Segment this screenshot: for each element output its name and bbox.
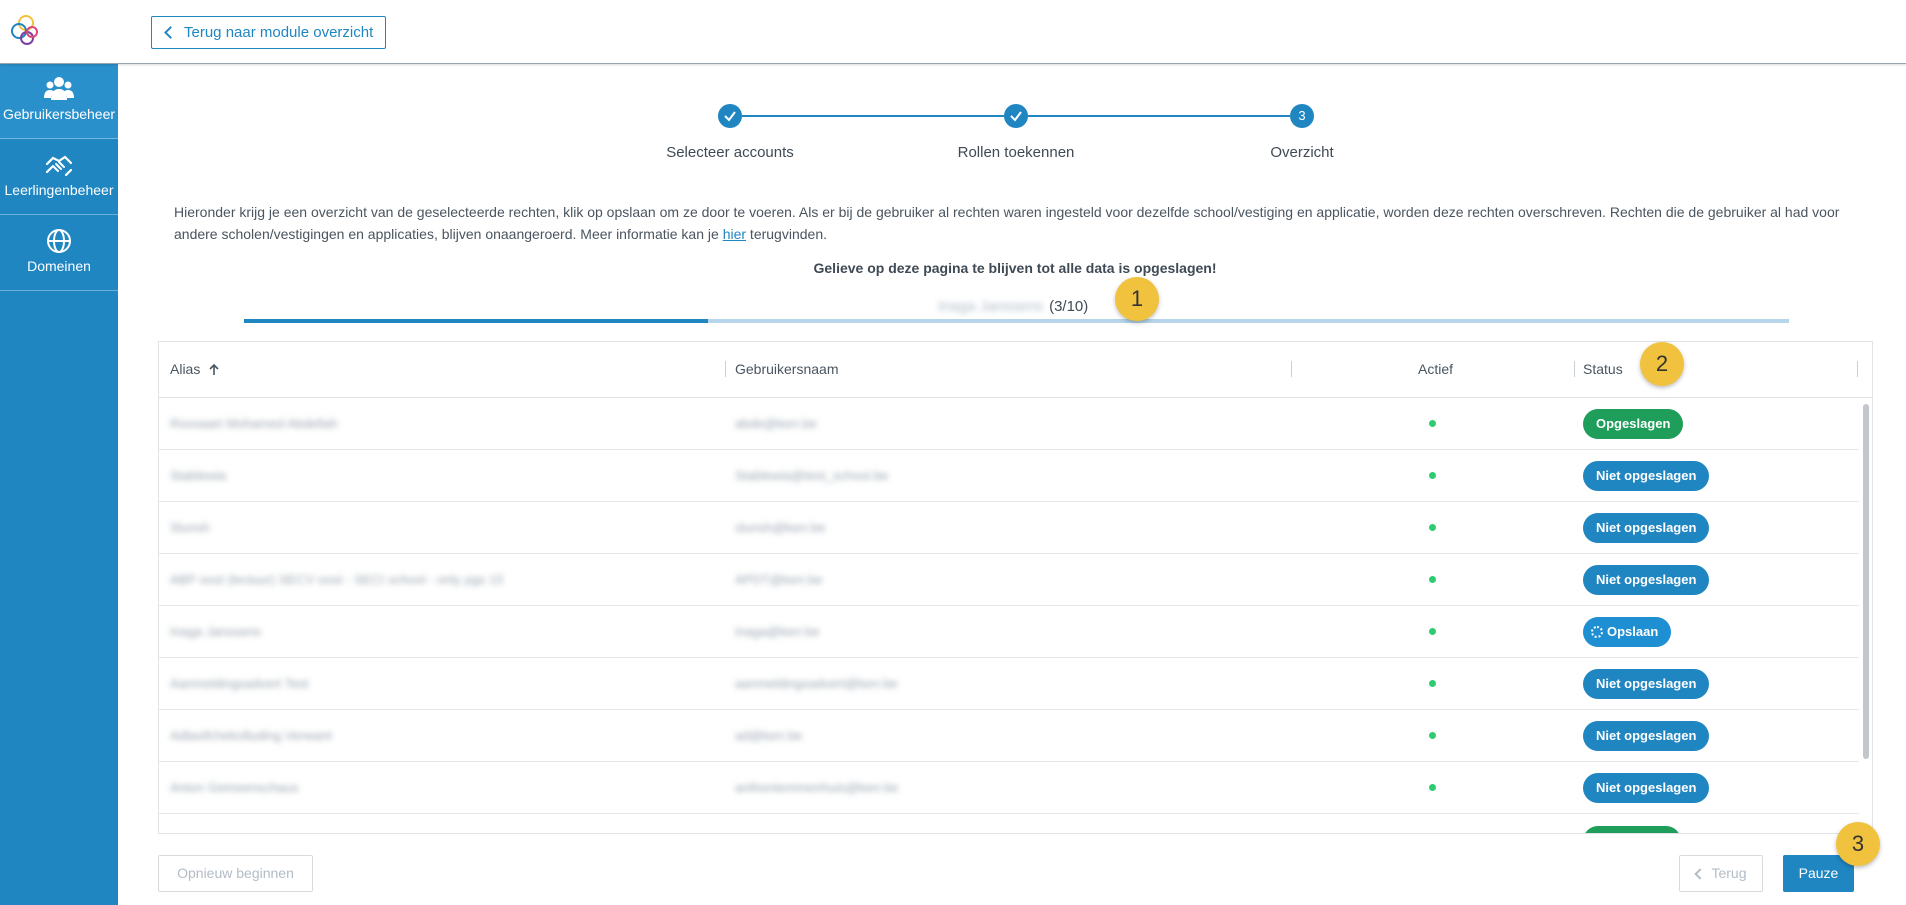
chevron-left-icon bbox=[164, 26, 177, 39]
table-row[interactable]: Anton Gemeenschaus anthontemmenhuis@kerr… bbox=[159, 762, 1859, 814]
annotation-marker-2: 2 bbox=[1640, 342, 1684, 386]
sidebar-item-gebruikersbeheer[interactable]: Gebruikersbeheer bbox=[0, 64, 118, 139]
status-badge: Opslaan bbox=[1583, 617, 1672, 647]
table-scrollbar[interactable] bbox=[1863, 404, 1869, 759]
restart-button[interactable]: Opnieuw beginnen bbox=[158, 855, 313, 892]
annotation-marker-3: 3 bbox=[1836, 822, 1880, 866]
cell-username: aanmeldingsadvert@kerr.be bbox=[735, 676, 898, 691]
sidebar-item-domeinen[interactable]: Domeinen bbox=[0, 216, 118, 291]
active-indicator bbox=[1429, 732, 1436, 739]
status-badge bbox=[1583, 826, 1681, 833]
cell-alias: Anton Gemeenschaus bbox=[170, 780, 299, 795]
active-indicator bbox=[1429, 472, 1436, 479]
step-connector bbox=[742, 115, 1004, 117]
back-to-overview-label: Terug naar module overzicht bbox=[184, 24, 374, 41]
sidebar-item-label: Gebruikersbeheer bbox=[2, 106, 116, 122]
table-row[interactable]: ABP oost (lectuur) SECV oost - SECI scho… bbox=[159, 554, 1859, 606]
status-badge: Niet opgeslagen bbox=[1583, 721, 1710, 751]
cell-username: APDT@kerr.be bbox=[735, 572, 823, 587]
table-row[interactable]: Inaga Janssens inaga@kerr.be Opslaan bbox=[159, 606, 1859, 658]
active-indicator bbox=[1429, 576, 1436, 583]
active-indicator bbox=[1429, 784, 1436, 791]
step-label-rollen-toekennen: Rollen toekennen bbox=[957, 144, 1075, 161]
intro-text-end: terugvinden. bbox=[746, 226, 827, 242]
step-2-check-icon bbox=[1004, 104, 1028, 128]
status-badge: Niet opgeslagen bbox=[1583, 461, 1710, 491]
step-3-number: 3 bbox=[1290, 104, 1314, 128]
sidebar: Gebruikersbeheer Leerlingenbeheer Domein… bbox=[0, 64, 118, 905]
progress-bar-fill bbox=[244, 319, 708, 323]
cell-username: abde@kerr.be bbox=[735, 416, 817, 431]
sidebar-item-leerlingenbeheer[interactable]: Leerlingenbeheer bbox=[0, 140, 118, 215]
progress-current-name: Inaga Janssens bbox=[938, 298, 1044, 315]
intro-text-body: Hieronder krijg je een overzicht van de … bbox=[174, 204, 1840, 242]
back-to-overview-button[interactable]: Terug naar module overzicht bbox=[151, 16, 387, 49]
globe-icon bbox=[47, 229, 71, 253]
status-badge: Niet opgeslagen bbox=[1583, 565, 1710, 595]
progress-label: Inaga Janssens (3/10) bbox=[938, 298, 1088, 315]
cell-alias: ABP oost (lectuur) SECV oost - SECI scho… bbox=[170, 572, 504, 587]
back-button[interactable]: Terug bbox=[1679, 855, 1763, 892]
cell-alias: Adlasifchekolluding Verwant bbox=[170, 728, 332, 743]
column-separator[interactable] bbox=[1574, 361, 1575, 377]
active-indicator bbox=[1429, 420, 1436, 427]
handshake-icon bbox=[45, 155, 73, 177]
stay-on-page-warning: Gelieve op deze pagina te blijven tot al… bbox=[813, 260, 1217, 276]
column-header-status[interactable]: Status bbox=[1583, 361, 1623, 377]
step-connector bbox=[1028, 115, 1290, 117]
step-label-overzicht: Overzicht bbox=[1270, 144, 1334, 161]
cell-alias: Slunsh bbox=[170, 520, 210, 535]
top-bar: Terug naar module overzicht bbox=[0, 0, 1906, 64]
status-badge: Niet opgeslagen bbox=[1583, 669, 1710, 699]
cell-username: Stablewia@test_school.be bbox=[735, 468, 889, 483]
step-label-selecteer-accounts: Selecteer accounts bbox=[666, 144, 794, 161]
cell-alias: Stablewia bbox=[170, 468, 227, 483]
intro-text: Hieronder krijg je een overzicht van de … bbox=[174, 201, 1844, 245]
column-separator[interactable] bbox=[1857, 361, 1858, 377]
chevron-left-icon bbox=[1694, 868, 1706, 880]
spinner-icon bbox=[1591, 626, 1603, 638]
cell-alias: Aanmeldingsadvert Test bbox=[170, 676, 309, 691]
column-separator[interactable] bbox=[1291, 361, 1292, 377]
table-row[interactable]: Roosaart Mohamed Abdellah abde@kerr.be O… bbox=[159, 398, 1859, 450]
column-header-label: Alias bbox=[170, 361, 201, 377]
table-row[interactable]: Aanmeldingsadvert Test aanmeldingsadvert… bbox=[159, 658, 1859, 710]
cell-username: anthontemmenhuis@kerr.be bbox=[735, 780, 899, 795]
column-header-actief[interactable]: Actief bbox=[1418, 361, 1453, 377]
sort-ascending-icon bbox=[209, 363, 219, 375]
cell-username: ad@kerr.be bbox=[735, 728, 803, 743]
users-icon bbox=[44, 77, 74, 100]
progress-count: (3/10) bbox=[1049, 298, 1089, 315]
column-header-gebruikersnaam[interactable]: Gebruikersnaam bbox=[735, 361, 839, 377]
progress-bar bbox=[244, 319, 1789, 323]
step-1-check-icon bbox=[718, 104, 742, 128]
table-header: Alias Gebruikersnaam Actief Status bbox=[159, 342, 1872, 398]
active-indicator bbox=[1429, 680, 1436, 687]
status-badge: Niet opgeslagen bbox=[1583, 513, 1710, 543]
status-badge: Opgeslagen bbox=[1583, 409, 1684, 439]
back-button-label: Terug bbox=[1711, 865, 1747, 881]
cell-alias: Roosaart Mohamed Abdellah bbox=[170, 416, 338, 431]
annotation-marker-1: 1 bbox=[1115, 277, 1159, 321]
table-row-partial[interactable] bbox=[159, 814, 1859, 833]
sidebar-item-label: Leerlingenbeheer bbox=[4, 182, 114, 198]
results-table: Alias Gebruikersnaam Actief Status Roosa… bbox=[158, 341, 1873, 834]
table-row[interactable]: Adlasifchekolluding Verwant ad@kerr.be N… bbox=[159, 710, 1859, 762]
table-row[interactable]: Slunsh slunsh@kerr.be Niet opgeslagen bbox=[159, 502, 1859, 554]
column-header-alias[interactable]: Alias bbox=[170, 361, 220, 377]
column-separator[interactable] bbox=[725, 361, 726, 377]
active-indicator bbox=[1429, 524, 1436, 531]
app-logo bbox=[11, 15, 38, 45]
status-badge: Niet opgeslagen bbox=[1583, 773, 1710, 803]
cell-username: inaga@kerr.be bbox=[735, 624, 820, 639]
cell-alias: Inaga Janssens bbox=[170, 624, 262, 639]
table-row[interactable]: Stablewia Stablewia@test_school.be Niet … bbox=[159, 450, 1859, 502]
info-link[interactable]: hier bbox=[723, 226, 746, 242]
status-badge-label: Opslaan bbox=[1607, 624, 1659, 639]
cell-username: slunsh@kerr.be bbox=[735, 520, 826, 535]
active-indicator bbox=[1429, 628, 1436, 635]
